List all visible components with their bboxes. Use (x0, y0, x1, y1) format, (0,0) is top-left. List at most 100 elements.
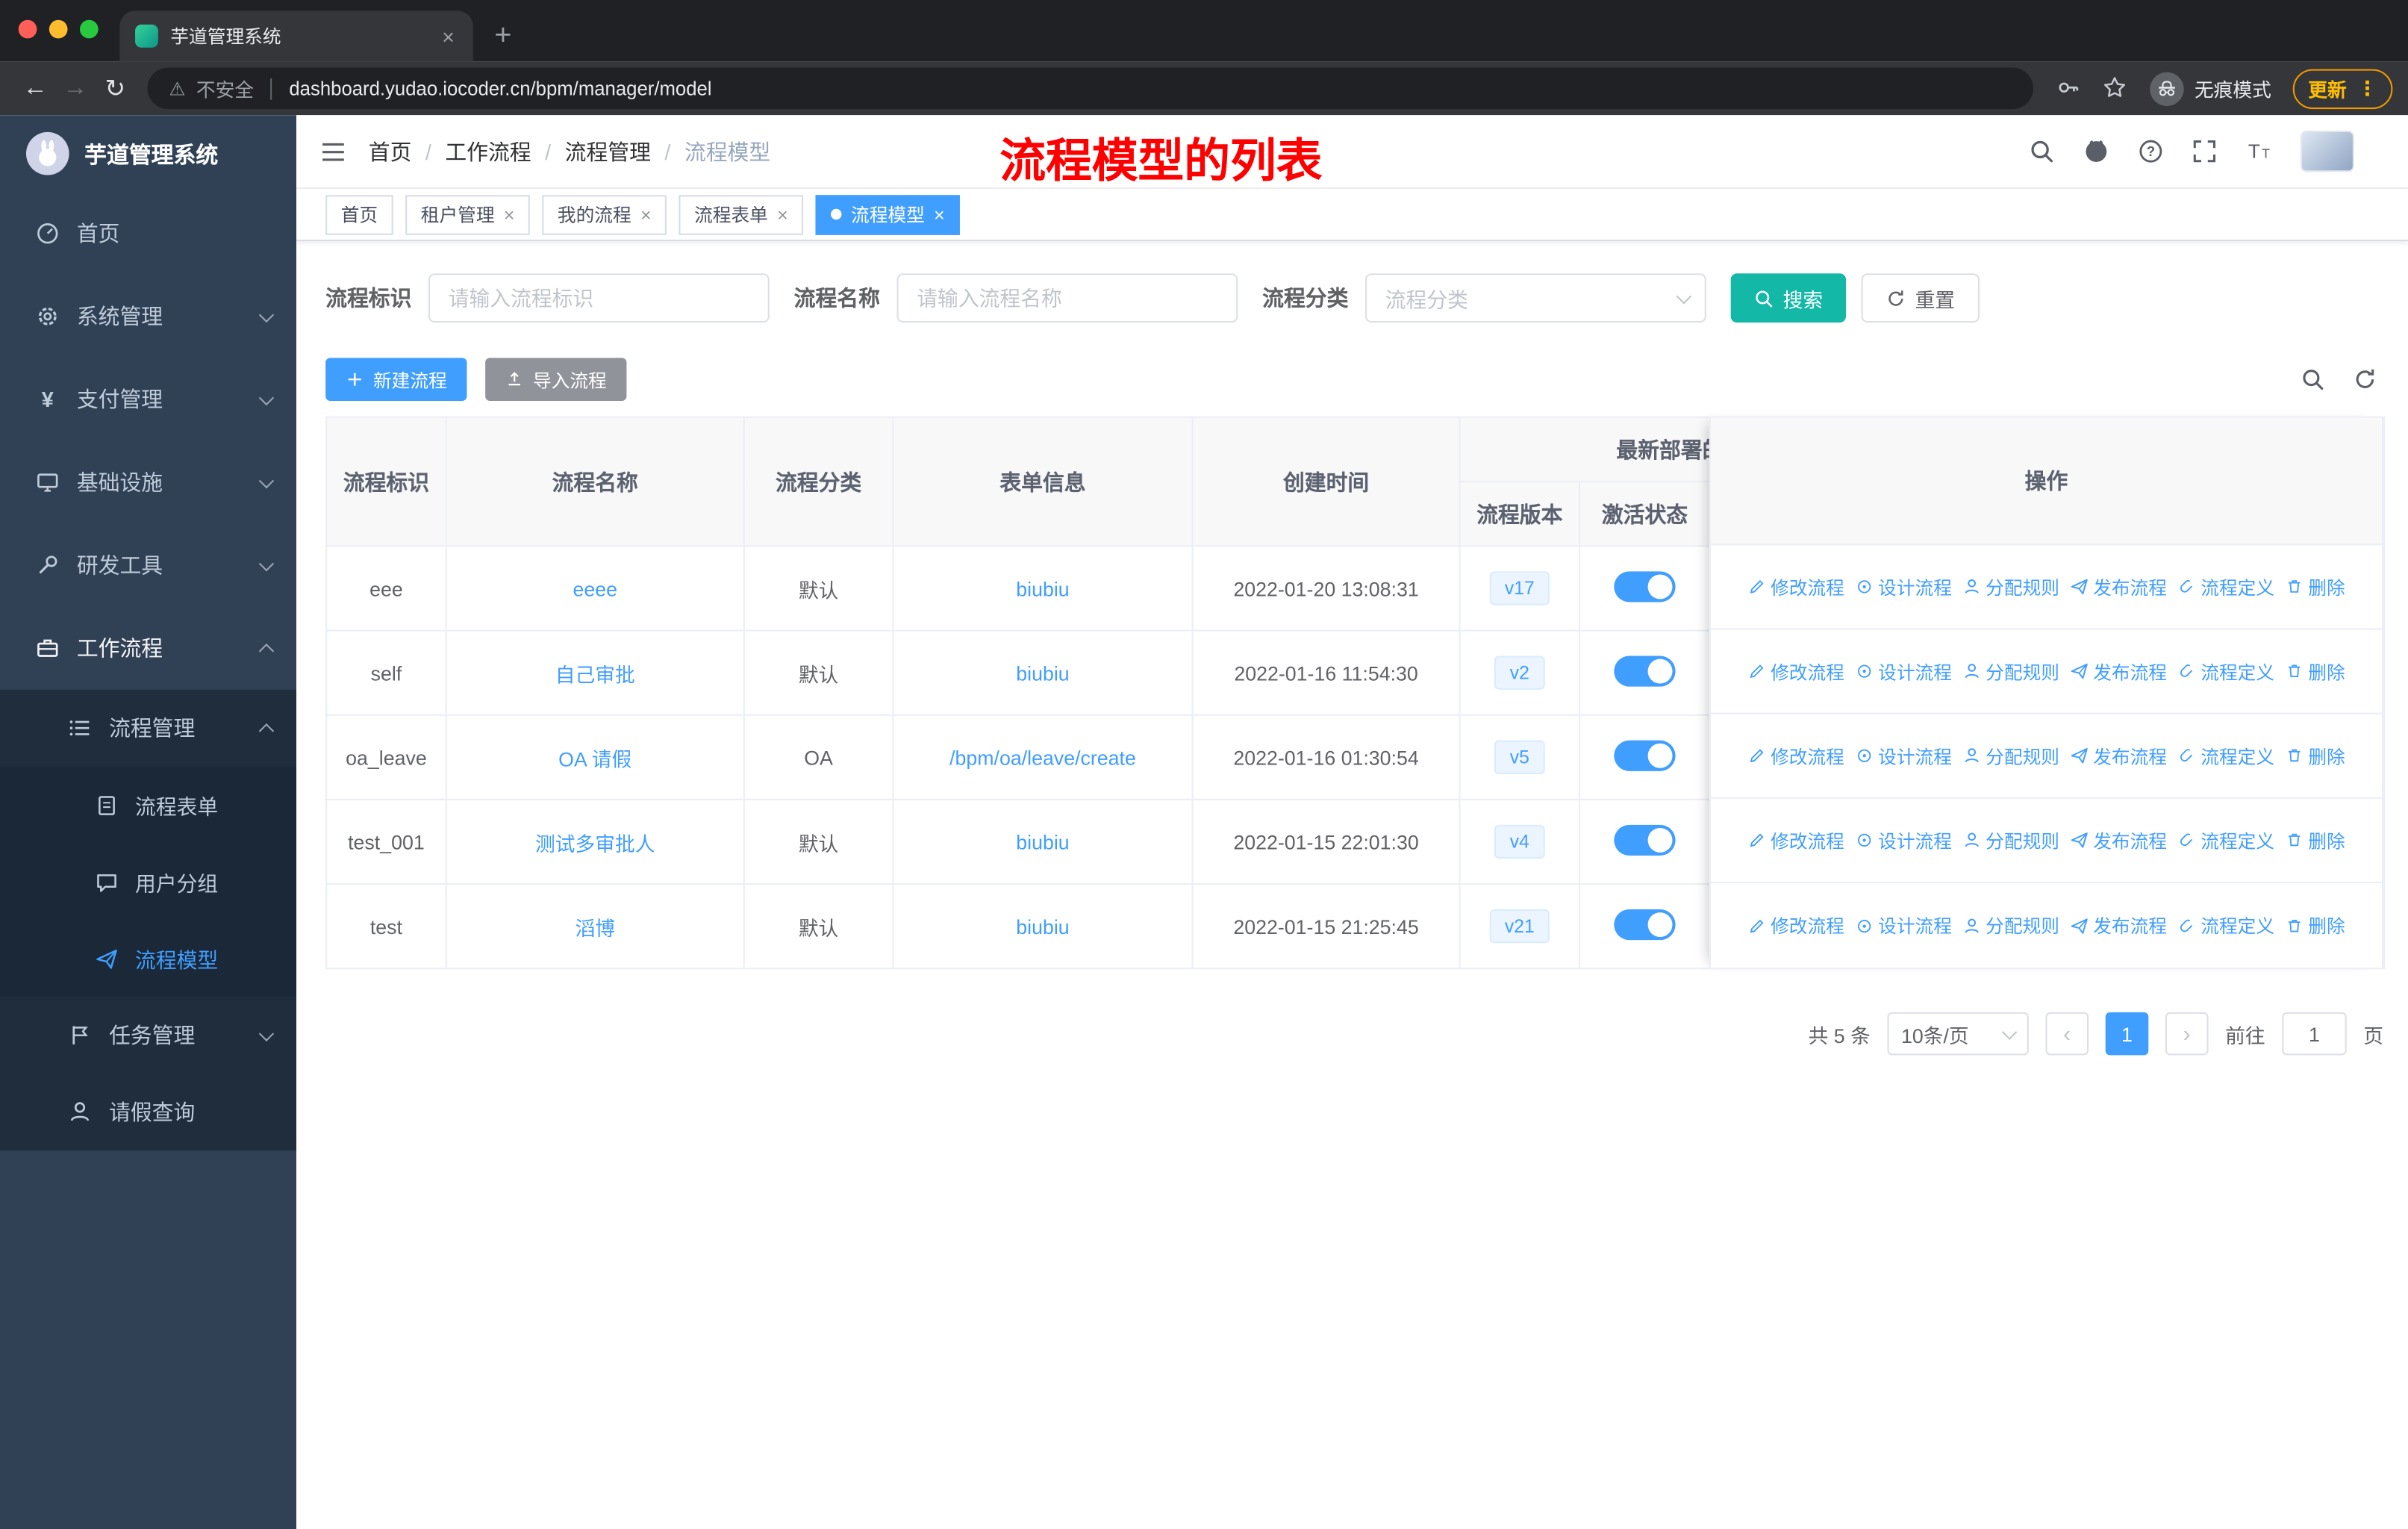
sidebar-item-payment[interactable]: ¥ 支付管理 (0, 358, 296, 440)
delete-process-link[interactable]: 删除 (2285, 658, 2345, 685)
import-process-button[interactable]: 导入流程 (485, 358, 627, 401)
design-process-link[interactable]: 设计流程 (1855, 573, 1952, 600)
collapse-sidebar-icon[interactable] (319, 139, 347, 164)
process-definition-link[interactable]: 流程定义 (2177, 743, 2274, 769)
zoom-window-button[interactable] (79, 19, 99, 39)
tag-home[interactable]: 首页 (325, 194, 393, 234)
show-search-icon[interactable] (2301, 366, 2325, 393)
process-name-link[interactable]: eeee (573, 577, 617, 600)
browser-tab[interactable]: 芋道管理系统 × (119, 10, 473, 62)
publish-process-link[interactable]: 发布流程 (2070, 743, 2167, 769)
prev-page-button[interactable]: ‹ (2045, 1012, 2089, 1056)
publish-process-link[interactable]: 发布流程 (2070, 827, 2167, 853)
new-tab-button[interactable]: + (494, 22, 511, 51)
assign-rule-link[interactable]: 分配规则 (1962, 743, 2059, 769)
design-process-link[interactable]: 设计流程 (1855, 827, 1952, 853)
back-icon[interactable]: ← (16, 75, 55, 102)
assign-rule-link[interactable]: 分配规则 (1962, 912, 2059, 938)
tag-my-process[interactable]: 我的流程 × (542, 194, 667, 234)
address-bar[interactable]: ⚠ 不安全 dashboard.yudao.iocoder.cn/bpm/man… (147, 67, 2033, 110)
process-key-input[interactable] (428, 273, 770, 323)
security-warning-icon[interactable]: ⚠ (169, 78, 185, 99)
sidebar-item-system[interactable]: 系统管理 (0, 275, 296, 358)
active-toggle[interactable] (1614, 570, 1676, 602)
close-icon[interactable]: × (640, 205, 651, 224)
process-name-link[interactable]: 滔博 (575, 916, 615, 939)
sidebar-item-process-model[interactable]: 流程模型 (0, 920, 297, 997)
tag-tenant[interactable]: 租户管理 × (405, 194, 530, 234)
tag-process-model[interactable]: 流程模型 × (815, 194, 961, 234)
delete-process-link[interactable]: 删除 (2285, 573, 2345, 600)
active-toggle[interactable] (1614, 908, 1676, 940)
close-icon[interactable]: × (504, 205, 514, 224)
design-process-link[interactable]: 设计流程 (1855, 658, 1952, 685)
active-toggle[interactable] (1614, 739, 1676, 770)
app-logo[interactable]: 芋道管理系统 (0, 115, 296, 192)
process-name-link[interactable]: 测试多审批人 (535, 832, 655, 855)
publish-process-link[interactable]: 发布流程 (2070, 573, 2167, 600)
refresh-table-icon[interactable] (2353, 366, 2377, 393)
active-toggle[interactable] (1614, 823, 1676, 855)
sidebar-item-workflow[interactable]: 工作流程 (0, 607, 296, 690)
forward-icon[interactable]: → (55, 75, 95, 102)
breadcrumb-item[interactable]: 首页 (369, 136, 412, 166)
sidebar-item-leave-query[interactable]: 请假查询 (0, 1074, 296, 1150)
active-toggle[interactable] (1614, 655, 1676, 686)
close-icon[interactable]: × (777, 205, 787, 224)
close-tab-icon[interactable]: × (439, 24, 458, 49)
sidebar-item-process-mgmt[interactable]: 流程管理 (0, 690, 296, 767)
sidebar-item-user-group[interactable]: 用户分组 (0, 843, 297, 921)
process-definition-link[interactable]: 流程定义 (2177, 827, 2274, 853)
edit-process-link[interactable]: 修改流程 (1747, 912, 1844, 938)
delete-process-link[interactable]: 删除 (2285, 743, 2345, 769)
breadcrumb-item[interactable]: 工作流程 (445, 136, 531, 166)
fullscreen-icon[interactable] (2192, 137, 2218, 165)
form-info-link[interactable]: biubiu (1016, 577, 1069, 600)
tag-process-form[interactable]: 流程表单 × (679, 194, 804, 234)
delete-process-link[interactable]: 删除 (2285, 827, 2345, 853)
process-name-link[interactable]: OA 请假 (558, 747, 631, 770)
delete-process-link[interactable]: 删除 (2285, 912, 2345, 938)
design-process-link[interactable]: 设计流程 (1855, 743, 1952, 769)
search-icon[interactable] (2029, 137, 2055, 165)
process-name-link[interactable]: 自己审批 (555, 663, 635, 686)
url-text[interactable]: dashboard.yudao.iocoder.cn/bpm/manager/m… (289, 78, 711, 99)
sidebar-item-devtools[interactable]: 研发工具 (0, 524, 296, 607)
font-size-icon[interactable] (2245, 137, 2273, 165)
reload-icon[interactable]: ↻ (96, 73, 135, 104)
minimize-window-button[interactable] (49, 19, 68, 39)
reset-button[interactable]: 重置 (1861, 273, 1980, 323)
close-icon[interactable]: × (934, 205, 944, 224)
bookmark-star-icon[interactable] (2103, 75, 2127, 102)
process-definition-link[interactable]: 流程定义 (2177, 573, 2274, 600)
edit-process-link[interactable]: 修改流程 (1747, 658, 1844, 685)
process-definition-link[interactable]: 流程定义 (2177, 912, 2274, 938)
breadcrumb-item[interactable]: 流程管理 (565, 136, 651, 166)
publish-process-link[interactable]: 发布流程 (2070, 658, 2167, 685)
assign-rule-link[interactable]: 分配规则 (1962, 658, 2059, 685)
edit-process-link[interactable]: 修改流程 (1747, 573, 1844, 600)
edit-process-link[interactable]: 修改流程 (1747, 743, 1844, 769)
page-size-select[interactable]: 10条/页 (1887, 1012, 2029, 1056)
form-info-link[interactable]: biubiu (1016, 915, 1069, 938)
help-icon[interactable] (2138, 137, 2164, 165)
search-button[interactable]: 搜索 (1730, 273, 1847, 323)
publish-process-link[interactable]: 发布流程 (2070, 912, 2167, 938)
design-process-link[interactable]: 设计流程 (1855, 912, 1952, 938)
current-page-button[interactable]: 1 (2105, 1012, 2149, 1056)
process-name-input[interactable] (896, 273, 1238, 323)
browser-update-menu-button[interactable]: 更新 ⋮ (2292, 68, 2393, 109)
password-key-icon[interactable] (2056, 75, 2081, 102)
goto-page-input[interactable] (2282, 1012, 2347, 1056)
sidebar-item-infra[interactable]: 基础设施 (0, 440, 296, 523)
close-window-button[interactable] (18, 19, 37, 39)
edit-process-link[interactable]: 修改流程 (1747, 827, 1844, 853)
form-info-link[interactable]: /bpm/oa/leave/create (949, 746, 1136, 769)
sidebar-item-task-mgmt[interactable]: 任务管理 (0, 997, 296, 1074)
sidebar-item-home[interactable]: 首页 (0, 192, 296, 275)
assign-rule-link[interactable]: 分配规则 (1962, 573, 2059, 600)
github-icon[interactable] (2083, 137, 2110, 166)
form-info-link[interactable]: biubiu (1016, 830, 1069, 853)
create-process-button[interactable]: 新建流程 (325, 358, 467, 401)
assign-rule-link[interactable]: 分配规则 (1962, 827, 2059, 853)
